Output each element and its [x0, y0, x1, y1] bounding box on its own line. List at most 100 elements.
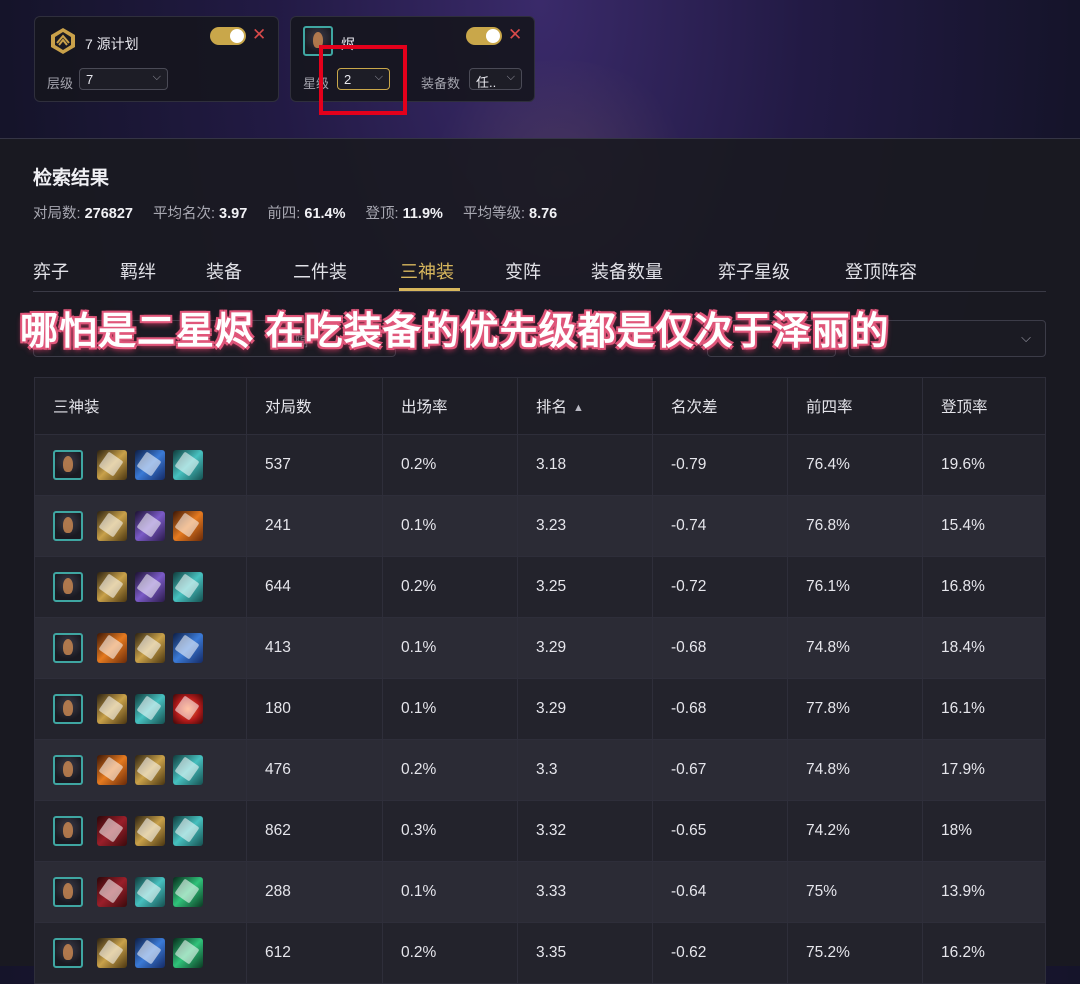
- table-row[interactable]: 288 0.1% 3.33 -0.64 75% 13.9%: [34, 861, 1046, 923]
- item-icon[interactable]: [135, 572, 165, 602]
- stat-value: 11.9%: [402, 206, 443, 222]
- col-header-top4[interactable]: 前四率: [787, 377, 923, 435]
- item-icon[interactable]: [135, 511, 165, 541]
- table-row[interactable]: 862 0.3% 3.32 -0.65 74.2% 18%: [34, 800, 1046, 862]
- stat-label: 对局数:: [33, 206, 81, 222]
- close-icon[interactable]: ✕: [252, 25, 266, 45]
- trait-filter-toggle[interactable]: [210, 27, 246, 45]
- cell-rank: 3.29: [517, 617, 653, 679]
- cell-win: 16.1%: [922, 678, 1046, 740]
- cell-items: [34, 495, 247, 557]
- filter-card-trait: 7 源计划 ✕ 层级 7 ⌵: [34, 16, 279, 102]
- col-header-pick-rate[interactable]: 出场率: [382, 377, 518, 435]
- table-row[interactable]: 644 0.2% 3.25 -0.72 76.1% 16.8%: [34, 556, 1046, 618]
- cell-games: 476: [246, 739, 383, 801]
- tab-item-count[interactable]: 装备数量: [591, 258, 663, 284]
- item-icons: [53, 511, 245, 541]
- item-icon[interactable]: [135, 633, 165, 663]
- champion-portrait-icon: [53, 633, 83, 663]
- item-icon[interactable]: [173, 511, 203, 541]
- col-header-games[interactable]: 对局数: [246, 377, 383, 435]
- table-row[interactable]: 612 0.2% 3.35 -0.62 75.2% 16.2%: [34, 922, 1046, 984]
- cell-diff: -0.64: [652, 861, 788, 923]
- item-icon[interactable]: [173, 816, 203, 846]
- hexagon-emblem-icon: [51, 28, 75, 54]
- tab-items[interactable]: 装备: [206, 258, 242, 284]
- champion-portrait-icon: [53, 755, 83, 785]
- item-icon[interactable]: [135, 877, 165, 907]
- item-icon[interactable]: [173, 450, 203, 480]
- tab-two-items[interactable]: 二件装: [293, 258, 347, 284]
- tab-top-comps[interactable]: 登顶阵容: [845, 258, 917, 284]
- item-icon[interactable]: [97, 633, 127, 663]
- cell-pick: 0.1%: [382, 861, 518, 923]
- cell-items: [34, 922, 247, 984]
- tier-select[interactable]: 7 ⌵: [79, 68, 168, 90]
- cell-win: 17.9%: [922, 739, 1046, 801]
- cell-games: 644: [246, 556, 383, 618]
- col-header-win[interactable]: 登顶率: [922, 377, 1046, 435]
- tab-units[interactable]: 弈子: [33, 258, 69, 284]
- stat-label: 前四:: [267, 206, 301, 222]
- cell-items: [34, 556, 247, 618]
- cell-top4: 76.1%: [787, 556, 923, 618]
- table-row[interactable]: 180 0.1% 3.29 -0.68 77.8% 16.1%: [34, 678, 1046, 740]
- item-icon[interactable]: [135, 816, 165, 846]
- tab-three-items[interactable]: 三神装: [400, 258, 454, 284]
- cell-items: [34, 434, 247, 496]
- col-header-rank[interactable]: 排名 ▲: [517, 377, 653, 435]
- tab-traits[interactable]: 羁绊: [120, 258, 156, 284]
- item-icon[interactable]: [97, 450, 127, 480]
- cell-top4: 75%: [787, 861, 923, 923]
- col-header-rank-diff[interactable]: 名次差: [652, 377, 788, 435]
- cell-diff: -0.68: [652, 617, 788, 679]
- cell-pick: 0.2%: [382, 556, 518, 618]
- item-icon[interactable]: [97, 572, 127, 602]
- table-row[interactable]: 241 0.1% 3.23 -0.74 76.8% 15.4%: [34, 495, 1046, 557]
- item-icon[interactable]: [173, 633, 203, 663]
- item-count-select[interactable]: 任.. ⌵: [469, 68, 522, 90]
- item-icon[interactable]: [173, 572, 203, 602]
- close-icon[interactable]: ✕: [508, 25, 522, 45]
- cell-games: 862: [246, 800, 383, 862]
- caption-overlay: 哪怕是二星烬 在吃装备的优先级都是仅次于泽丽的: [20, 311, 890, 353]
- sort-icon[interactable]: ▲: [573, 402, 584, 414]
- champion-filter-toggle[interactable]: [466, 27, 502, 45]
- table-row[interactable]: 537 0.2% 3.18 -0.79 76.4% 19.6%: [34, 434, 1046, 496]
- cell-diff: -0.68: [652, 678, 788, 740]
- item-icon[interactable]: [97, 511, 127, 541]
- champion-portrait-icon: [53, 572, 83, 602]
- item-icon[interactable]: [173, 694, 203, 724]
- cell-rank: 3.35: [517, 922, 653, 984]
- item-icon[interactable]: [173, 938, 203, 968]
- table-row[interactable]: 413 0.1% 3.29 -0.68 74.8% 18.4%: [34, 617, 1046, 679]
- item-icon[interactable]: [135, 694, 165, 724]
- tab-pivot[interactable]: 变阵: [505, 258, 541, 284]
- item-icon[interactable]: [97, 938, 127, 968]
- item-icon[interactable]: [97, 816, 127, 846]
- cell-rank: 3.29: [517, 678, 653, 740]
- cell-win: 13.9%: [922, 861, 1046, 923]
- item-icon[interactable]: [135, 450, 165, 480]
- cell-win: 18.4%: [922, 617, 1046, 679]
- item-icon[interactable]: [173, 755, 203, 785]
- item-icon[interactable]: [173, 877, 203, 907]
- item-icon[interactable]: [97, 755, 127, 785]
- item-icon[interactable]: [97, 877, 127, 907]
- item-count-select-value: 任..: [476, 75, 497, 90]
- col-header-rank-label: 排名: [536, 399, 568, 416]
- stat-value: 8.76: [529, 206, 558, 222]
- item-icon[interactable]: [135, 938, 165, 968]
- cell-top4: 74.8%: [787, 617, 923, 679]
- item-icon[interactable]: [135, 755, 165, 785]
- table-row[interactable]: 476 0.2% 3.3 -0.67 74.8% 17.9%: [34, 739, 1046, 801]
- item-icon[interactable]: [97, 694, 127, 724]
- trait-filter-title: 7 源计划: [85, 36, 139, 52]
- cell-rank: 3.18: [517, 434, 653, 496]
- cell-games: 241: [246, 495, 383, 557]
- cell-diff: -0.74: [652, 495, 788, 557]
- tab-star-level[interactable]: 弈子星级: [718, 258, 790, 284]
- chevron-down-icon: ⌵: [1021, 330, 1031, 345]
- stat-label: 登顶:: [365, 206, 399, 222]
- champion-portrait-icon: [53, 694, 83, 724]
